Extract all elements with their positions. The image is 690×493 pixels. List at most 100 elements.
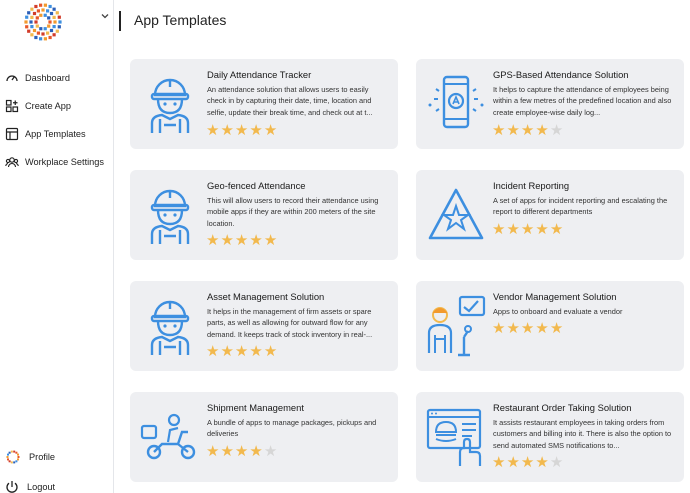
sidebar-nav: Dashboard Create App App Templates Workp…	[0, 64, 114, 176]
star-icon: ★	[220, 232, 235, 249]
avatar	[6, 450, 20, 464]
star-icon: ★	[520, 320, 536, 337]
star-icon: ★	[549, 221, 565, 238]
template-title: Incident Reporting	[493, 180, 570, 191]
star-icon: ★	[234, 343, 250, 360]
star-icon: ★	[549, 454, 565, 471]
template-title: Vendor Management Solution	[493, 291, 617, 302]
star-icon: ★	[520, 122, 536, 139]
template-title: GPS-Based Attendance Solution	[493, 69, 629, 80]
star-icon: ★	[263, 343, 279, 360]
rating-stars: ★★★★★	[206, 344, 278, 359]
star-icon: ★	[535, 122, 550, 139]
worker-helmet-icon	[138, 293, 202, 357]
sidebar-item-workplace-settings[interactable]: Workplace Settings	[0, 148, 114, 176]
rating-stars: ★★★★★	[206, 233, 278, 248]
star-icon: ★	[263, 232, 279, 249]
sidebar-item-create-app[interactable]: Create App	[0, 92, 114, 120]
templates-icon	[5, 127, 19, 141]
star-icon: ★	[549, 122, 565, 139]
rating-stars: ★★★★★	[206, 444, 278, 459]
star-icon: ★	[535, 454, 550, 471]
template-title: Geo-fenced Attendance	[207, 180, 306, 191]
power-icon	[6, 481, 18, 493]
star-icon: ★	[220, 122, 235, 139]
star-icon: ★	[206, 232, 221, 249]
template-title: Asset Management Solution	[207, 291, 325, 302]
template-card[interactable]: Vendor Management Solution Apps to onboa…	[416, 281, 684, 371]
title-divider	[119, 11, 121, 31]
sidebar-item-dashboard[interactable]: Dashboard	[0, 64, 114, 92]
template-description: It assists restaurant employees in takin…	[493, 418, 672, 450]
template-description: An attendance solution that allows users…	[207, 85, 373, 117]
template-title: Daily Attendance Tracker	[207, 69, 312, 80]
worker-helmet-icon	[138, 182, 202, 246]
star-icon: ★	[220, 443, 235, 460]
star-icon: ★	[234, 232, 250, 249]
delivery-scooter-icon	[138, 404, 202, 468]
star-icon: ★	[249, 122, 264, 139]
template-card[interactable]: Restaurant Order Taking Solution It assi…	[416, 392, 684, 482]
star-icon: ★	[520, 221, 536, 238]
template-title: Shipment Management	[207, 402, 304, 413]
star-icon: ★	[506, 320, 521, 337]
sidebar-item-label: Dashboard	[25, 73, 70, 83]
sidebar-item-label: Workplace Settings	[25, 157, 104, 167]
star-icon: ★	[492, 320, 507, 337]
star-icon: ★	[549, 320, 565, 337]
template-card[interactable]: Shipment Management A bundle of apps to …	[130, 392, 398, 482]
star-icon: ★	[249, 443, 264, 460]
dashboard-icon	[6, 75, 18, 82]
rating-stars: ★★★★★	[492, 455, 564, 470]
users-icon	[5, 157, 19, 168]
rating-stars: ★★★★★	[206, 123, 278, 138]
star-icon: ★	[206, 343, 221, 360]
star-icon: ★	[492, 454, 507, 471]
profile-link[interactable]: Profile	[5, 449, 55, 465]
star-icon: ★	[263, 122, 279, 139]
template-description: This will allow users to record their at…	[207, 196, 379, 228]
logout-link[interactable]: Logout	[5, 480, 55, 493]
sidebar-item-label: Create App	[25, 101, 71, 111]
sidebar: Dashboard Create App App Templates Workp…	[0, 0, 114, 493]
star-icon: ★	[263, 443, 279, 460]
star-icon: ★	[206, 122, 221, 139]
template-card[interactable]: GPS-Based Attendance Solution It helps t…	[416, 59, 684, 149]
star-icon: ★	[520, 454, 536, 471]
worker-helmet-icon	[138, 71, 202, 135]
star-icon: ★	[535, 320, 550, 337]
star-icon: ★	[206, 443, 221, 460]
chevron-down-icon[interactable]	[99, 10, 111, 22]
template-card[interactable]: Geo-fenced Attendance This will allow us…	[130, 170, 398, 260]
star-icon: ★	[492, 122, 507, 139]
star-icon: ★	[506, 122, 521, 139]
brand-logo[interactable]	[22, 2, 64, 42]
star-icon: ★	[492, 221, 507, 238]
star-icon: ★	[249, 232, 264, 249]
star-icon: ★	[234, 122, 250, 139]
sidebar-item-app-templates[interactable]: App Templates	[0, 120, 114, 148]
star-icon: ★	[220, 343, 235, 360]
rating-stars: ★★★★★	[492, 222, 564, 237]
logout-label: Logout	[27, 482, 56, 492]
star-icon: ★	[535, 221, 550, 238]
vendor-presenter-icon	[424, 293, 488, 357]
template-card[interactable]: Asset Management Solution It helps in th…	[130, 281, 398, 371]
sidebar-item-label: App Templates	[25, 129, 86, 139]
star-icon: ★	[249, 343, 264, 360]
rating-stars: ★★★★★	[492, 321, 564, 336]
template-description: It helps in the management of firm asset…	[207, 307, 373, 339]
rating-stars: ★★★★★	[492, 123, 564, 138]
template-card[interactable]: Daily Attendance Tracker An attendance s…	[130, 59, 398, 149]
gps-phone-icon	[424, 71, 488, 135]
star-icon: ★	[506, 221, 521, 238]
template-title: Restaurant Order Taking Solution	[493, 402, 632, 413]
template-card[interactable]: Incident Reporting A set of apps for inc…	[416, 170, 684, 260]
warning-triangle-icon	[424, 182, 488, 246]
create-app-icon	[5, 99, 19, 113]
profile-label: Profile	[29, 452, 56, 462]
page-title: App Templates	[134, 12, 227, 28]
star-icon: ★	[506, 454, 521, 471]
star-icon: ★	[234, 443, 250, 460]
template-description: It helps to capture the attendance of em…	[493, 85, 672, 117]
